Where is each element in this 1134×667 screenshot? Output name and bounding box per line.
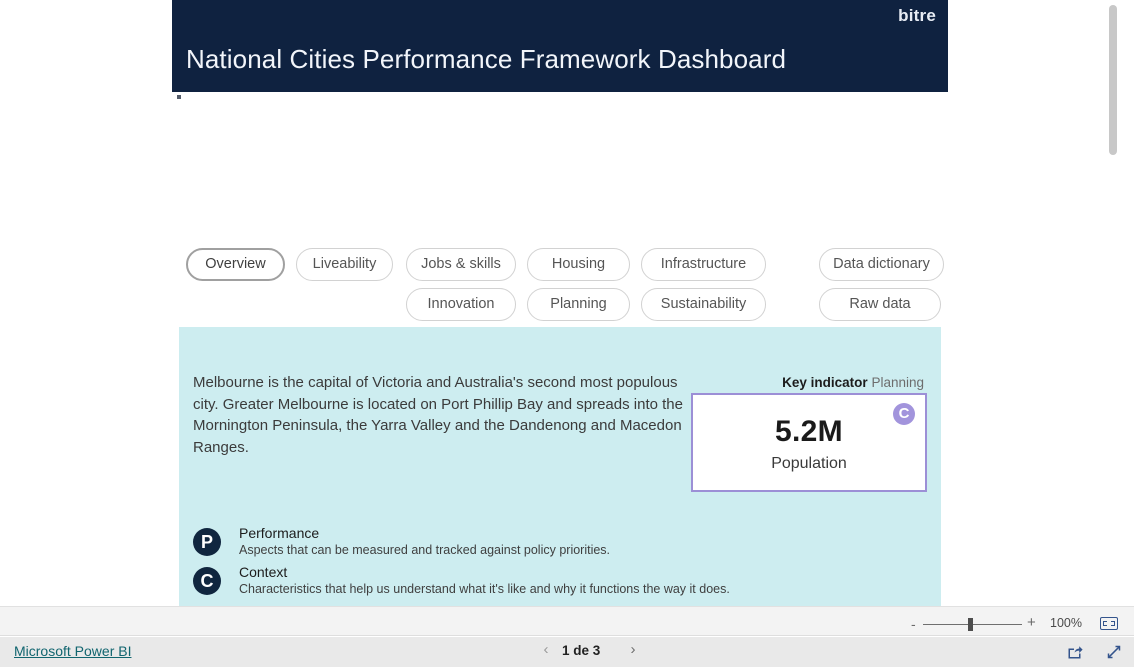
fullscreen-icon[interactable] <box>1105 643 1123 661</box>
key-indicator-card[interactable]: C 5.2M Population <box>691 393 927 492</box>
chevron-right-icon[interactable]: › <box>625 641 641 658</box>
nav-pill-planning[interactable]: Planning <box>527 288 630 321</box>
city-description: Melbourne is the capital of Victoria and… <box>193 374 683 456</box>
legend-title: Performance <box>239 525 320 541</box>
nav-pill-liveability[interactable]: Liveability <box>296 248 393 281</box>
vertical-scrollbar-thumb[interactable] <box>1109 5 1117 155</box>
fit-to-page-icon[interactable] <box>1100 617 1118 630</box>
legend-item-context: C Context Characteristics that help us u… <box>193 564 793 606</box>
key-indicator-caption: Key indicator Planning <box>782 375 924 390</box>
legend-description: Characteristics that help us understand … <box>239 582 730 596</box>
nav-pill-jobs-and-skills[interactable]: Jobs & skills <box>406 248 516 281</box>
legend-description: Aspects that can be measured and tracked… <box>239 543 611 557</box>
legend: P Performance Aspects that can be measur… <box>193 525 793 606</box>
page-title: National Cities Performance Framework Da… <box>186 44 787 74</box>
report-header: bitre National Cities Performance Framew… <box>172 0 948 92</box>
nav-pill-innovation[interactable]: Innovation <box>406 288 516 321</box>
key-indicator-label: Population <box>771 455 847 472</box>
nav-pill-housing[interactable]: Housing <box>527 248 630 281</box>
legend-title: Context <box>239 564 288 580</box>
nav-pill-raw-data[interactable]: Raw data <box>819 288 941 321</box>
nav-row-1: Overview Liveability Jobs & skills Housi… <box>186 248 956 288</box>
legend-item-performance: P Performance Aspects that can be measur… <box>193 525 793 567</box>
key-indicator-value: 5.2M <box>775 415 843 448</box>
nav-row-2: Innovation Planning Sustainability Raw d… <box>186 288 956 328</box>
status-bar: Microsoft Power BI ‹ 1 de 3 › <box>0 637 1134 667</box>
vertical-scrollbar[interactable] <box>1106 0 1120 606</box>
key-indicator-caption-bold: Key indicator <box>782 375 868 390</box>
nav-pill-data-dictionary[interactable]: Data dictionary <box>819 248 944 281</box>
share-icon[interactable] <box>1066 643 1084 661</box>
nav-pill-sustainability[interactable]: Sustainability <box>641 288 766 321</box>
power-bi-report-viewer: bitre National Cities Performance Framew… <box>0 0 1134 667</box>
header-artifact-mark <box>177 95 181 99</box>
zoom-slider-handle[interactable] <box>968 618 973 631</box>
zoom-in-button[interactable]: + <box>1027 614 1036 631</box>
context-badge-icon: C <box>193 567 221 595</box>
zoom-toolbar: - + 100% <box>0 606 1134 636</box>
overview-panel: Melbourne is the capital of Victoria and… <box>179 327 941 606</box>
nav-pill-infrastructure[interactable]: Infrastructure <box>641 248 766 281</box>
report-canvas: bitre National Cities Performance Framew… <box>0 0 1120 606</box>
zoom-out-button[interactable]: - <box>911 616 916 632</box>
zoom-level-label: 100% <box>1050 616 1082 630</box>
bitre-logo: bitre <box>898 6 936 25</box>
microsoft-power-bi-link[interactable]: Microsoft Power BI <box>14 643 131 659</box>
section-navigation: Overview Liveability Jobs & skills Housi… <box>186 248 956 328</box>
chevron-left-icon[interactable]: ‹ <box>538 641 554 658</box>
page-indicator: 1 de 3 <box>562 643 601 658</box>
nav-pill-overview[interactable]: Overview <box>186 248 285 281</box>
key-indicator-caption-category: Planning <box>871 375 924 390</box>
performance-badge-icon: P <box>193 528 221 556</box>
